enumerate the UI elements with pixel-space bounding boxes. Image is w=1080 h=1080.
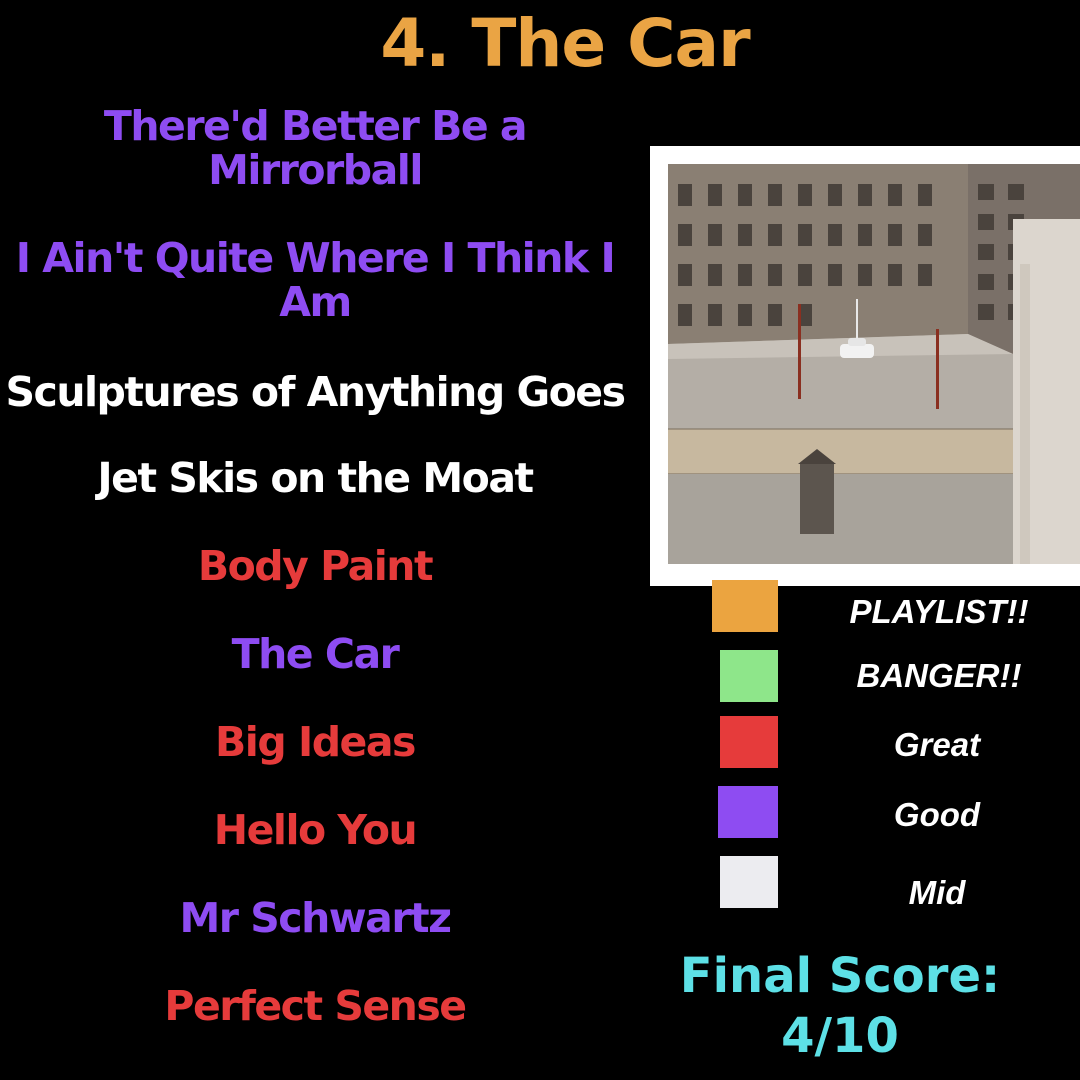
legend-label-good: Good [893,796,981,833]
album-cover [650,146,1080,586]
legend-swatch-mid [720,856,778,908]
track-1: There'd Better Be a Mirrorball [103,102,528,194]
legend-label-playlist: PLAYLIST!! [849,593,1029,630]
legend-swatch-playlist [712,580,778,632]
track-7: Big Ideas [215,718,416,766]
track-3: Sculptures of Anything Goes [5,368,626,416]
final-score: Final Score: 4/10 [660,950,1020,1062]
legend-swatch-banger [720,650,778,702]
page-title: 4. The Car [380,5,750,82]
track-6: The Car [231,630,400,678]
track-10: Perfect Sense [164,982,467,1030]
legend-swatch-great [720,716,778,768]
track-5: Body Paint [197,542,434,590]
track-4: Jet Skis on the Moat [97,454,534,502]
track-9: Mr Schwartz [179,894,452,942]
final-score-value: 4/10 [781,1008,899,1064]
legend-label-great: Great [893,726,981,763]
legend-label-mid: Mid [908,874,966,911]
track-2: I Ain't Quite Where I Think I Am [15,234,616,326]
album-cover-image [668,164,1080,564]
final-score-label: Final Score: [679,948,1001,1004]
track-8: Hello You [213,806,418,854]
legend-label-banger: BANGER!! [856,657,1022,694]
legend-swatch-good [718,786,778,838]
